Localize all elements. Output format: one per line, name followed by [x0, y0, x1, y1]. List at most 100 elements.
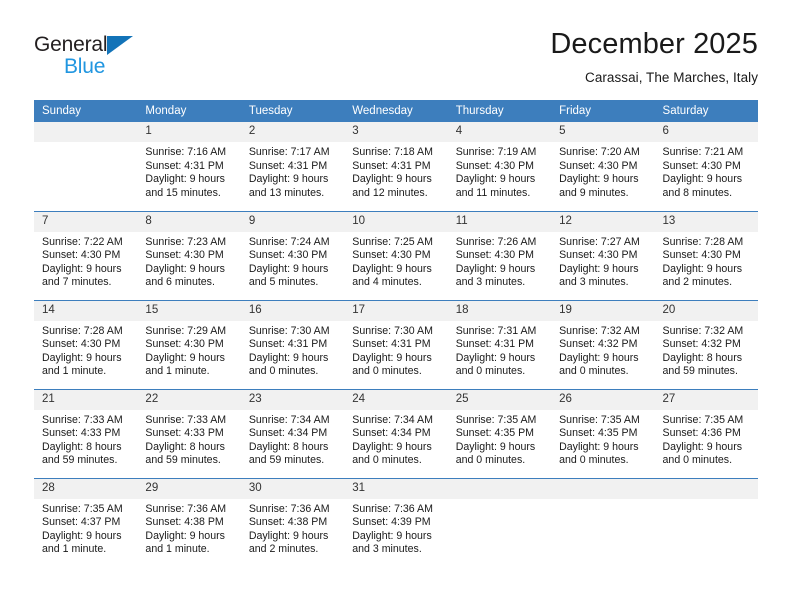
- calendar-day-cell[interactable]: 8 Sunrise: 7:23 AM Sunset: 4:30 PM Daylight…: [137, 210, 241, 300]
- calendar-day-cell[interactable]: 10 Sunrise: 7:25 AM Sunset: 4:30 PM Dayligh…: [344, 210, 448, 300]
- sun-info-line: Daylight: 9 hours: [662, 262, 743, 275]
- sun-info-line: Daylight: 9 hours: [352, 529, 432, 542]
- sun-info-line: Sunset: 4:34 PM: [352, 427, 431, 440]
- day-number: 9: [240, 211, 345, 232]
- day-cell-content: 18 Sunrise: 7:31 AM Sunset: 4:31 PM Dayligh…: [447, 300, 552, 389]
- calendar-day-cell[interactable]: 26 Sunrise: 7:35 AM Sunset: 4:35 PM Dayligh…: [551, 388, 655, 478]
- sun-info: Sunrise: 7:33 AM Sunset: 4:33 PM Daylight:…: [137, 410, 240, 468]
- sun-info: Sunrise: 7:35 AM Sunset: 4:35 PM Daylight:…: [551, 410, 654, 468]
- sun-info-line: Sunrise: 7:31 AM: [455, 324, 537, 337]
- day-cell-content: 6 Sunrise: 7:21 AM Sunset: 4:30 PM Daylight…: [654, 122, 758, 211]
- calendar-day-cell[interactable]: 1 Sunrise: 7:16 AM Sunset: 4:31 PM Daylight…: [137, 122, 241, 211]
- sun-info: Sunrise: 7:26 AM Sunset: 4:30 PM Daylight:…: [448, 232, 551, 290]
- sun-info-line: and 0 minutes.: [455, 365, 526, 378]
- weekday-header-friday: Friday: [551, 100, 655, 122]
- sun-info-line: Sunrise: 7:34 AM: [352, 413, 433, 426]
- logo-general-label: General: [34, 33, 108, 56]
- sun-info-line: and 2 minutes.: [662, 276, 733, 289]
- sun-info-line: and 59 minutes.: [145, 454, 221, 467]
- calendar-day-cell[interactable]: 28 Sunrise: 7:35 AM Sunset: 4:37 PM Dayligh…: [34, 477, 138, 567]
- sun-info: Sunrise: 7:28 AM Sunset: 4:30 PM Daylight:…: [655, 232, 758, 290]
- sun-info-line: Daylight: 8 hours: [42, 440, 122, 453]
- day-cell-content: 7 Sunrise: 7:22 AM Sunset: 4:30 PM Daylight…: [34, 211, 138, 300]
- day-number: 12: [551, 211, 655, 232]
- sun-info-line: Sunrise: 7:20 AM: [559, 146, 640, 158]
- day-cell-content: [447, 478, 552, 567]
- calendar-day-cell[interactable]: 5 Sunrise: 7:20 AM Sunset: 4:30 PM Daylight…: [551, 122, 655, 211]
- sun-info-line: Daylight: 9 hours: [145, 262, 225, 275]
- calendar-day-cell[interactable]: 11 Sunrise: 7:26 AM Sunset: 4:30 PM Dayligh…: [447, 210, 552, 300]
- logo-blue-label: Blue: [64, 55, 106, 78]
- sun-info-line: Daylight: 9 hours: [662, 173, 743, 186]
- weekday-header-saturday: Saturday: [654, 100, 758, 122]
- calendar-day-cell[interactable]: 25 Sunrise: 7:35 AM Sunset: 4:35 PM Dayligh…: [447, 388, 552, 478]
- day-cell-content: 17 Sunrise: 7:30 AM Sunset: 4:31 PM Dayligh…: [344, 300, 448, 389]
- day-number: 15: [137, 300, 241, 321]
- calendar-day-cell[interactable]: 23 Sunrise: 7:34 AM Sunset: 4:34 PM Dayligh…: [240, 388, 345, 478]
- sun-info-line: and 1 minute.: [42, 365, 107, 378]
- calendar-day-cell[interactable]: 7 Sunrise: 7:22 AM Sunset: 4:30 PM Daylight…: [34, 210, 138, 300]
- calendar-day-cell[interactable]: 18 Sunrise: 7:31 AM Sunset: 4:31 PM Dayligh…: [447, 299, 552, 389]
- calendar-week-row: 14 Sunrise: 7:28 AM Sunset: 4:30 PM Dayligh…: [34, 299, 758, 389]
- sun-info: Sunrise: 7:36 AM Sunset: 4:39 PM Daylight:…: [344, 499, 447, 557]
- day-cell-content: 19 Sunrise: 7:32 AM Sunset: 4:32 PM Dayligh…: [551, 300, 655, 389]
- calendar-day-cell[interactable]: 4 Sunrise: 7:19 AM Sunset: 4:30 PM Daylight…: [447, 122, 552, 211]
- sun-info-line: Sunset: 4:37 PM: [42, 516, 121, 529]
- calendar-day-cell[interactable]: 9 Sunrise: 7:24 AM Sunset: 4:30 PM Daylight…: [240, 210, 345, 300]
- calendar-day-cell[interactable]: 2 Sunrise: 7:17 AM Sunset: 4:31 PM Daylight…: [240, 122, 345, 211]
- weekday-header-sunday: Sunday: [34, 100, 138, 122]
- calendar-day-cell[interactable]: 30 Sunrise: 7:36 AM Sunset: 4:38 PM Dayligh…: [240, 477, 345, 567]
- calendar-day-cell[interactable]: 20 Sunrise: 7:32 AM Sunset: 4:32 PM Dayligh…: [654, 299, 758, 389]
- sun-info-line: Sunrise: 7:30 AM: [248, 324, 330, 337]
- sun-info-line: and 59 minutes.: [42, 454, 118, 467]
- sun-info-line: Daylight: 9 hours: [42, 529, 122, 542]
- sun-info-line: Sunrise: 7:28 AM: [662, 235, 744, 248]
- calendar-day-cell[interactable]: 29 Sunrise: 7:36 AM Sunset: 4:38 PM Dayligh…: [137, 477, 241, 567]
- calendar-day-cell[interactable]: 6 Sunrise: 7:21 AM Sunset: 4:30 PM Daylight…: [654, 122, 758, 211]
- sun-info-line: Sunset: 4:35 PM: [559, 427, 638, 440]
- day-cell-content: 13 Sunrise: 7:28 AM Sunset: 4:30 PM Dayligh…: [654, 211, 758, 300]
- sun-info-line: Sunset: 4:30 PM: [662, 159, 741, 172]
- calendar-day-cell[interactable]: 19 Sunrise: 7:32 AM Sunset: 4:32 PM Dayligh…: [551, 299, 655, 389]
- calendar-day-cell[interactable]: 16 Sunrise: 7:30 AM Sunset: 4:31 PM Dayligh…: [240, 299, 345, 389]
- calendar-day-cell[interactable]: 22 Sunrise: 7:33 AM Sunset: 4:33 PM Dayligh…: [137, 388, 241, 478]
- sun-info-line: Sunrise: 7:36 AM: [352, 502, 433, 515]
- day-number: 21: [34, 389, 138, 410]
- day-number: 20: [654, 300, 758, 321]
- calendar-day-cell[interactable]: 17 Sunrise: 7:30 AM Sunset: 4:31 PM Dayligh…: [344, 299, 448, 389]
- calendar-day-cell[interactable]: 12 Sunrise: 7:27 AM Sunset: 4:30 PM Dayligh…: [551, 210, 655, 300]
- sun-info-line: and 1 minute.: [145, 543, 210, 556]
- day-number: 8: [137, 211, 241, 232]
- day-number: [34, 122, 138, 142]
- calendar-week-row: 1 Sunrise: 7:16 AM Sunset: 4:31 PM Daylight…: [34, 122, 758, 211]
- day-cell-content: 21 Sunrise: 7:33 AM Sunset: 4:33 PM Dayligh…: [34, 389, 138, 478]
- sun-info-line: Sunset: 4:38 PM: [145, 516, 224, 529]
- calendar-day-cell[interactable]: 3 Sunrise: 7:18 AM Sunset: 4:31 PM Daylight…: [344, 122, 448, 211]
- day-cell-content: 4 Sunrise: 7:19 AM Sunset: 4:30 PM Daylight…: [447, 122, 552, 211]
- sun-info-line: Sunset: 4:30 PM: [559, 249, 638, 262]
- sun-info-line: and 3 minutes.: [559, 276, 629, 289]
- sun-info-line: Daylight: 9 hours: [559, 440, 639, 453]
- calendar-day-cell[interactable]: 31 Sunrise: 7:36 AM Sunset: 4:39 PM Dayligh…: [344, 477, 448, 567]
- calendar-day-cell[interactable]: 27 Sunrise: 7:35 AM Sunset: 4:36 PM Dayligh…: [654, 388, 758, 478]
- calendar-day-cell[interactable]: 24 Sunrise: 7:34 AM Sunset: 4:34 PM Dayligh…: [344, 388, 448, 478]
- sun-info-line: Sunset: 4:31 PM: [145, 159, 224, 172]
- sun-info-line: Sunset: 4:35 PM: [455, 427, 535, 440]
- day-cell-content: 27 Sunrise: 7:35 AM Sunset: 4:36 PM Dayligh…: [654, 389, 758, 478]
- weekday-header-tuesday: Tuesday: [240, 100, 345, 122]
- calendar-empty-cell: [34, 122, 138, 211]
- sun-info: Sunrise: 7:23 AM Sunset: 4:30 PM Daylight:…: [137, 232, 240, 290]
- sun-info-line: Sunrise: 7:30 AM: [352, 324, 433, 337]
- day-number: 27: [654, 389, 758, 410]
- sun-info-line: Sunset: 4:38 PM: [248, 516, 328, 529]
- calendar-day-cell[interactable]: 13 Sunrise: 7:28 AM Sunset: 4:30 PM Dayligh…: [654, 210, 758, 300]
- sun-info: Sunrise: 7:30 AM Sunset: 4:31 PM Daylight:…: [241, 321, 344, 379]
- calendar-day-cell[interactable]: 21 Sunrise: 7:33 AM Sunset: 4:33 PM Dayligh…: [34, 388, 138, 478]
- day-cell-content: [34, 122, 138, 211]
- sun-info-line: and 0 minutes.: [352, 454, 422, 467]
- sun-info-line: Sunset: 4:31 PM: [352, 338, 431, 351]
- day-cell-content: 15 Sunrise: 7:29 AM Sunset: 4:30 PM Dayligh…: [137, 300, 241, 389]
- day-number: 13: [654, 211, 758, 232]
- calendar-day-cell[interactable]: 14 Sunrise: 7:28 AM Sunset: 4:30 PM Dayligh…: [34, 299, 138, 389]
- calendar-day-cell[interactable]: 15 Sunrise: 7:29 AM Sunset: 4:30 PM Dayligh…: [137, 299, 241, 389]
